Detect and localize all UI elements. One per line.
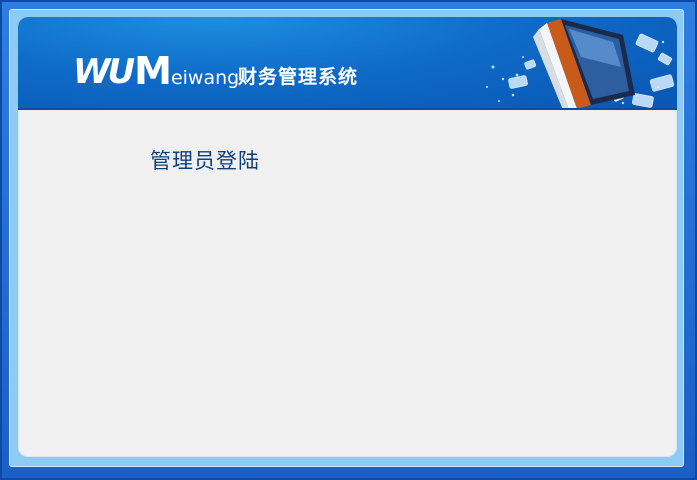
- header-banner: WU M eiwang 财务管理系统: [18, 17, 677, 110]
- system-title: 财务管理系统: [238, 66, 359, 88]
- login-panel: WU M eiwang 财务管理系统 管理员登陆: [18, 17, 677, 457]
- laptop-illustration-icon: [486, 19, 675, 110]
- logo-eiwang-text: eiwang: [170, 67, 240, 89]
- brand-logo: WU M eiwang: [73, 49, 240, 93]
- logo-m-text: M: [134, 49, 172, 93]
- logo-wu-text: WU: [73, 52, 135, 92]
- login-title: 管理员登陆: [150, 149, 260, 173]
